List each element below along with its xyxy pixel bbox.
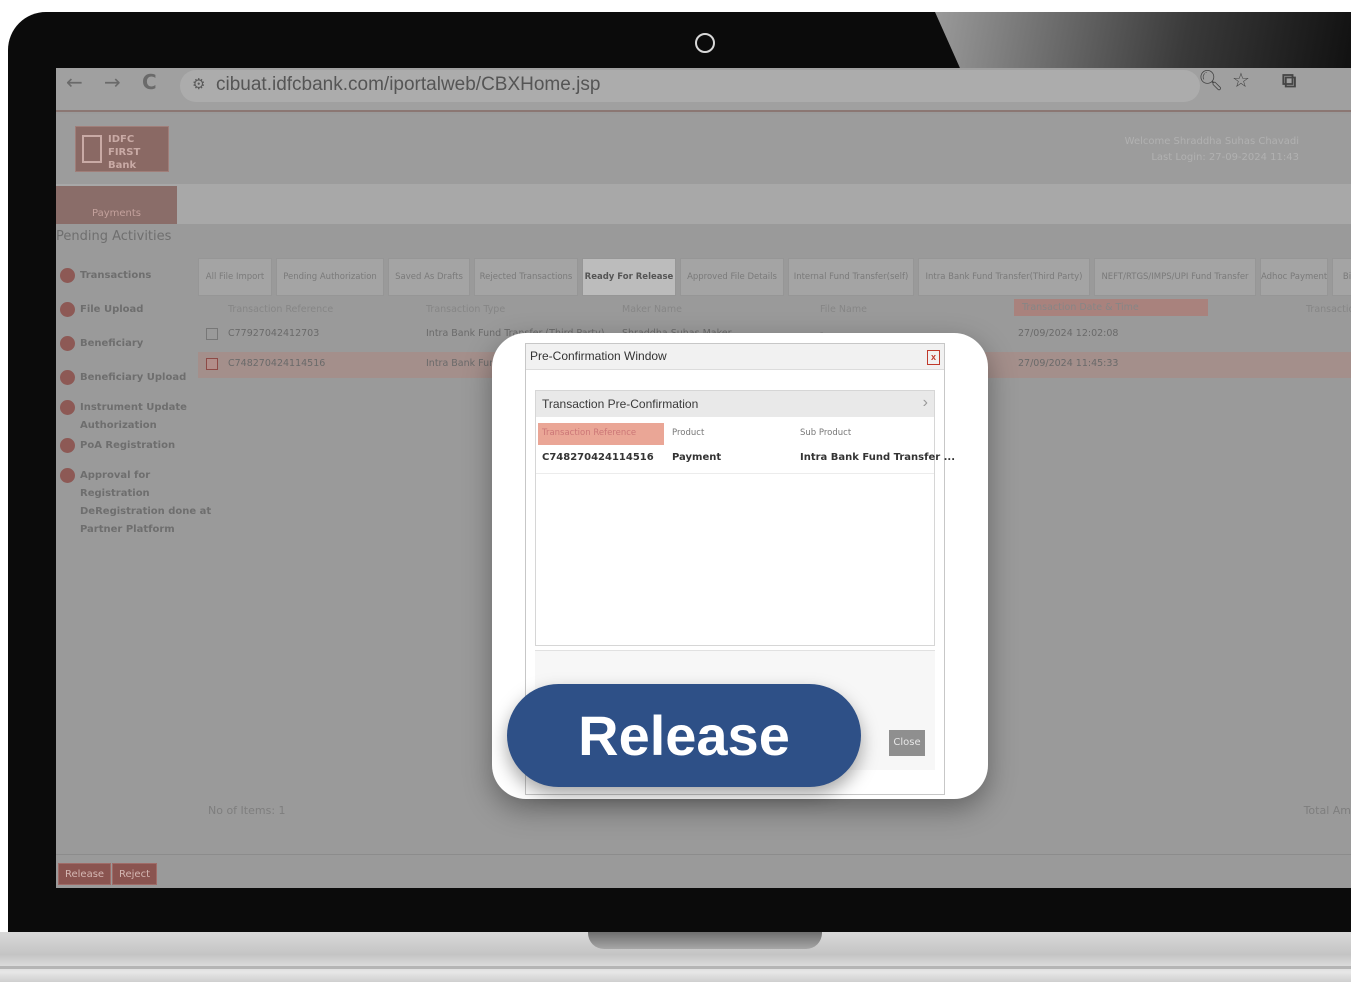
col-header-sorted[interactable]: Transaction Date & Time	[1014, 299, 1208, 316]
laptop-base-edge	[0, 966, 1351, 969]
tab-all-file-import[interactable]: All File Import	[198, 258, 272, 296]
col-header-product[interactable]: Product	[672, 428, 704, 438]
cell-ref[interactable]: C77927042412703	[228, 328, 319, 339]
sidebar-item-poa-registration[interactable]: PoA Registration	[60, 437, 175, 454]
tab-more[interactable]: Bi	[1332, 258, 1351, 296]
tab-neft-rtgs[interactable]: NEFT/RTGS/IMPS/UPI Fund Transfer	[1094, 258, 1256, 296]
forward-icon[interactable]: →	[104, 70, 121, 94]
sidebar-item-file-upload[interactable]: File Upload	[60, 301, 143, 318]
bullet-icon	[60, 301, 75, 317]
site-settings-icon[interactable]: ⚙	[192, 70, 205, 100]
cell-reference: C748270424114516	[542, 452, 654, 463]
welcome-text: Welcome Shraddha Suhas Chavadi	[1124, 136, 1299, 147]
col-header[interactable]: Transaction Reference	[228, 304, 333, 315]
cell-product: Payment	[672, 452, 722, 463]
main-menu: Payments	[56, 184, 1351, 224]
extensions-icon[interactable]: ⧉	[1282, 68, 1296, 92]
bullet-icon	[60, 335, 75, 351]
user-info: Welcome Shraddha Suhas Chavadi Last Logi…	[1125, 134, 1299, 166]
cell-date: 27/09/2024 11:45:33	[1018, 358, 1119, 369]
col-header[interactable]: File Name	[820, 304, 867, 315]
last-login-text: Last Login: 27-09-2024 11:43	[1151, 152, 1299, 163]
screen-glare	[935, 12, 1351, 68]
tab-intra-bank-fund-transfer[interactable]: Intra Bank Fund Transfer(Third Party)	[918, 258, 1090, 296]
row-checkbox-checked[interactable]	[206, 358, 218, 370]
close-icon[interactable]: x	[927, 350, 940, 365]
tab-internal-fund-transfer[interactable]: Internal Fund Transfer(self)	[788, 258, 914, 296]
sidebar-item-sub: Partner Platform	[80, 524, 175, 535]
cell-ref[interactable]: C748270424114516	[228, 358, 325, 369]
tab-rejected-transactions[interactable]: Rejected Transactions	[474, 258, 578, 296]
tab-adhoc-payments[interactable]: Adhoc Payments	[1260, 258, 1328, 296]
reload-icon[interactable]: C	[142, 70, 157, 94]
zoom-icon[interactable]: 🔍︎	[1198, 68, 1223, 92]
bullet-icon	[60, 437, 75, 453]
release-callout-button[interactable]: Release	[507, 684, 861, 787]
item-count: No of Items: 1	[208, 804, 286, 817]
row-checkbox[interactable]	[206, 328, 218, 340]
url-text: cibuat.idfcbank.com/iportalweb/CBXHome.j…	[216, 74, 601, 95]
divider	[536, 473, 934, 474]
laptop-notch	[588, 932, 822, 949]
divider	[56, 854, 1351, 855]
sidebar-item-sub: Authorization	[80, 420, 157, 431]
activity-tabs: All File Import Pending Authorization Sa…	[198, 258, 1351, 296]
app-header: IDFC FIRST Bank Welcome Shraddha Suhas C…	[56, 114, 1351, 184]
sidebar-item-beneficiary-upload[interactable]: Beneficiary Upload	[60, 369, 186, 386]
sidebar-item-approval[interactable]: Approval for	[60, 467, 150, 484]
sidebar-item-sub: DeRegistration done at	[80, 506, 212, 517]
bullet-icon	[60, 399, 75, 415]
cell-sub-product: Intra Bank Fund Transfer ...	[800, 452, 956, 463]
tab-approved-file-details[interactable]: Approved File Details	[680, 258, 784, 296]
panel-title[interactable]: Transaction Pre-Confirmation ›	[536, 391, 934, 417]
col-header-reference[interactable]: Transaction Reference	[538, 423, 664, 445]
camera-icon	[695, 33, 715, 53]
col-header-sub-product[interactable]: Sub Product	[800, 428, 851, 438]
menu-tab-payments[interactable]: Payments	[56, 186, 177, 224]
chevron-right-icon[interactable]: ›	[923, 394, 928, 412]
close-button[interactable]: Close	[889, 730, 925, 756]
confirmation-panel: Transaction Pre-Confirmation › Transacti…	[535, 390, 955, 646]
col-header[interactable]: Transaction Type	[426, 304, 505, 315]
reject-button[interactable]: Reject	[112, 863, 158, 885]
col-header[interactable]: Transactio	[1306, 304, 1351, 315]
laptop-mockup: ← → C ⚙ cibuat.idfcbank.com/iportalweb/C…	[0, 0, 1351, 982]
cell-date: 27/09/2024 12:02:08	[1018, 328, 1119, 339]
sidebar-item-transactions[interactable]: Transactions	[60, 267, 151, 284]
sidebar-item-sub: Registration	[80, 488, 150, 499]
dialog-title: Pre-Confirmation Window x	[526, 344, 944, 370]
sidebar-item-beneficiary[interactable]: Beneficiary	[60, 335, 143, 352]
col-header[interactable]: Maker Name	[622, 304, 682, 315]
bullet-icon	[60, 267, 75, 283]
bank-logo: IDFC FIRST Bank	[75, 126, 169, 172]
total-amount-label: Total Am	[1303, 804, 1351, 817]
tab-ready-for-release[interactable]: Ready For Release	[582, 258, 676, 296]
browser-toolbar: ← → C ⚙ cibuat.idfcbank.com/iportalweb/C…	[56, 68, 1351, 112]
bullet-icon	[60, 369, 75, 385]
tab-pending-authorization[interactable]: Pending Authorization	[276, 258, 384, 296]
section-title: Pending Activities	[56, 229, 172, 244]
address-bar[interactable]: ⚙ cibuat.idfcbank.com/iportalweb/CBXHome…	[180, 70, 1200, 102]
sidebar-item-instrument-update[interactable]: Instrument Update	[60, 399, 187, 416]
bullet-icon	[60, 467, 75, 483]
tab-saved-as-drafts[interactable]: Saved As Drafts	[388, 258, 470, 296]
release-button[interactable]: Release	[58, 863, 112, 885]
logo-mark-icon	[82, 135, 102, 163]
back-icon[interactable]: ←	[66, 70, 83, 94]
bookmark-star-icon[interactable]: ☆	[1232, 68, 1250, 92]
